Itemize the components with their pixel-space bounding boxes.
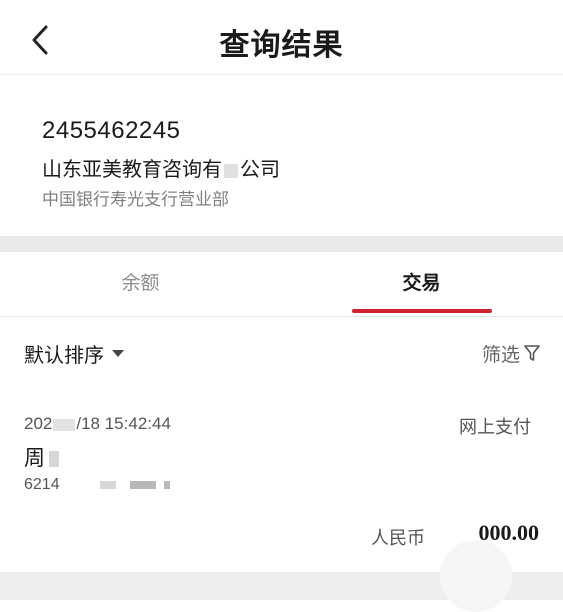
floating-button[interactable] [440, 540, 512, 612]
redaction-mark [49, 451, 59, 468]
redaction-mark [99, 480, 116, 489]
tab-balance[interactable]: 余额 [0, 252, 281, 316]
account-name-prefix: 山东亚美教育咨询有 [42, 159, 222, 181]
sort-label: 默认排序 [24, 344, 104, 367]
transaction-payer: 周 [24, 442, 59, 472]
filter-button[interactable]: 筛选 [482, 338, 541, 368]
transaction-card-number: 6214 [24, 476, 170, 494]
funnel-icon [524, 345, 540, 361]
account-bank-branch: 中国银行寿光支行营业部 [42, 190, 229, 209]
transaction-datetime: 202/18 15:42:44 [24, 414, 171, 434]
account-name: 山东亚美教育咨询有 公司 [42, 153, 280, 182]
section-divider [0, 236, 563, 252]
redaction-mark [53, 418, 76, 431]
filter-label: 筛选 [481, 344, 520, 366]
transaction-date-start: 202 [24, 414, 53, 433]
transaction-currency: 人民币 [371, 528, 425, 548]
caret-down-icon [112, 349, 124, 357]
redaction-mark [224, 163, 238, 178]
redaction-mark [163, 480, 170, 489]
tab-bar: 余额 交易 [0, 252, 563, 317]
payer-name: 周 [24, 447, 45, 470]
tab-transactions[interactable]: 交易 [281, 252, 562, 316]
page-title: 查询结果 [219, 29, 344, 62]
sort-dropdown[interactable]: 默认排序 [24, 338, 124, 368]
account-number: 2455462245 [42, 117, 181, 144]
card-number-prefix: 6214 [24, 476, 60, 493]
redaction-mark [129, 480, 156, 489]
active-tab-indicator [352, 309, 492, 313]
transaction-type: 网上支付 [459, 417, 531, 437]
account-name-suffix: 公司 [240, 159, 280, 181]
transaction-date-end: /18 15:42:44 [76, 414, 171, 433]
account-info: 2455462245 山东亚美教育咨询有 公司 中国银行寿光支行营业部 [0, 75, 563, 235]
top-nav-bar: 查询结果 [0, 0, 563, 75]
